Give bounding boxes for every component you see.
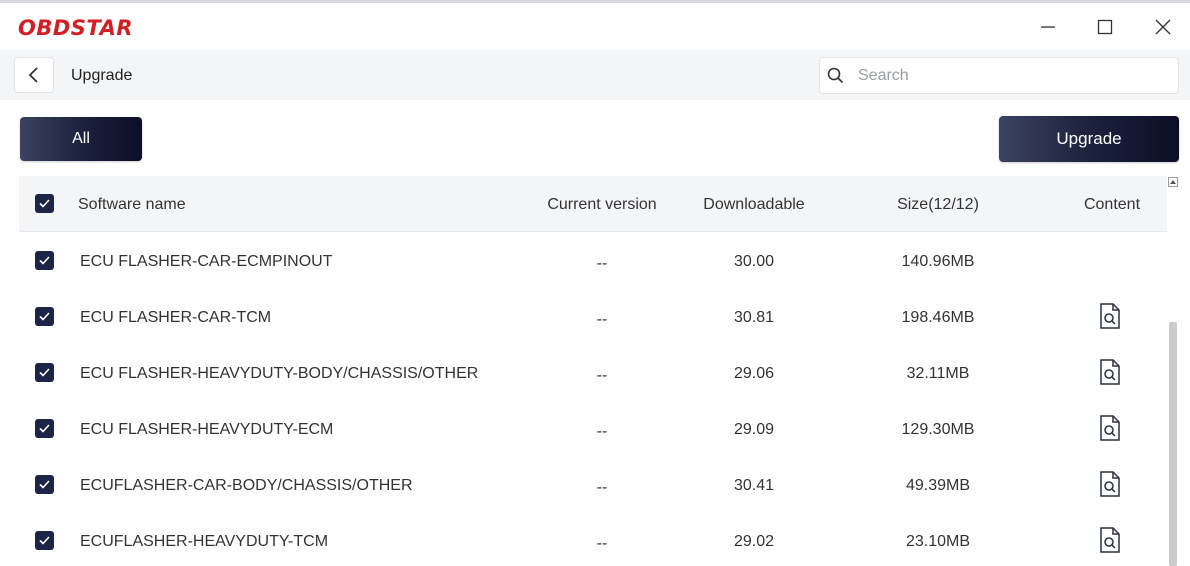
file-size: 23.10MB: [905, 533, 971, 550]
chevron-left-icon: [28, 67, 38, 83]
downloadable-version: 29.09: [733, 421, 775, 438]
current-version: --: [596, 311, 608, 328]
software-name: ECU FLASHER-HEAVYDUTY-BODY/CHASSIS/OTHER: [80, 365, 479, 382]
software-name: ECU FLASHER-CAR-TCM: [80, 309, 272, 326]
row-checkbox[interactable]: [35, 307, 54, 326]
select-all-checkbox[interactable]: [35, 194, 54, 213]
current-version: --: [596, 479, 608, 496]
software-name: ECUFLASHER-HEAVYDUTY-TCM: [80, 533, 329, 550]
search-icon: [827, 67, 844, 84]
downloadable-version: 30.41: [733, 477, 775, 494]
current-version: --: [596, 255, 608, 272]
minimize-icon: [1041, 26, 1055, 28]
software-name: ECU FLASHER-CAR-ECMPINOUT: [80, 253, 333, 270]
close-button[interactable]: [1148, 12, 1178, 42]
table-row[interactable]: ECUFLASHER-CAR-BODY/CHASSIS/OTHER -- 30.41…: [19, 457, 1167, 513]
document-search-icon[interactable]: [1099, 359, 1121, 385]
software-name: ECU FLASHER-HEAVYDUTY-ECM: [80, 421, 334, 438]
header-software-name: Software name: [78, 196, 186, 213]
title-bar-top-border: [0, 0, 1190, 3]
upgrade-button[interactable]: Upgrade: [999, 116, 1179, 162]
close-icon: [1155, 19, 1171, 35]
table-row[interactable]: ECU FLASHER-HEAVYDUTY-ECM -- 29.09 129.30MB: [19, 401, 1167, 457]
table-header: Software name Current version Downloadab…: [19, 176, 1167, 232]
back-button[interactable]: [14, 57, 54, 93]
current-version: --: [596, 367, 608, 384]
downloadable-version: 29.06: [733, 365, 775, 382]
row-checkbox[interactable]: [35, 531, 54, 550]
search-box[interactable]: [819, 57, 1179, 94]
document-search-icon[interactable]: [1099, 303, 1121, 329]
checkmark-icon: [39, 480, 50, 489]
maximize-button[interactable]: [1090, 12, 1120, 42]
row-checkbox[interactable]: [35, 419, 54, 438]
search-input[interactable]: [858, 64, 1168, 88]
main-content: All Upgrade Software name Current versio…: [0, 100, 1190, 566]
checkmark-icon: [39, 368, 50, 377]
document-search-icon[interactable]: [1099, 471, 1121, 497]
title-bar: OBDSTAR: [0, 0, 1190, 50]
header-current-version: Current version: [547, 196, 657, 213]
software-table: Software name Current version Downloadab…: [19, 176, 1167, 566]
file-size: 32.11MB: [906, 365, 970, 382]
checkmark-icon: [39, 536, 50, 545]
checkmark-icon: [39, 199, 50, 208]
row-checkbox[interactable]: [35, 251, 54, 270]
file-size: 129.30MB: [901, 421, 975, 438]
table-row[interactable]: ECUFLASHER-HEAVYDUTY-TCM -- 29.02 23.10MB: [19, 513, 1167, 566]
row-checkbox[interactable]: [35, 363, 54, 382]
file-size: 140.96MB: [901, 253, 975, 270]
checkmark-icon: [39, 256, 50, 265]
checkmark-icon: [39, 424, 50, 433]
downloadable-version: 29.02: [733, 533, 775, 550]
obdstar-logo: OBDSTAR: [18, 16, 134, 40]
navigation-bar: Upgrade: [0, 50, 1190, 100]
checkmark-icon: [39, 312, 50, 321]
minimize-button[interactable]: [1033, 12, 1063, 42]
table-row[interactable]: ECU FLASHER-CAR-ECMPINOUT -- 30.00 140.96MB: [19, 233, 1167, 289]
software-name: ECUFLASHER-CAR-BODY/CHASSIS/OTHER: [80, 477, 413, 494]
scroll-thumb[interactable]: [1169, 322, 1177, 566]
row-checkbox[interactable]: [35, 475, 54, 494]
document-search-icon[interactable]: [1099, 415, 1121, 441]
all-filter-button[interactable]: All: [20, 117, 142, 161]
vertical-scrollbar[interactable]: [1167, 176, 1179, 566]
header-content: Content: [1083, 196, 1141, 213]
downloadable-version: 30.00: [733, 253, 775, 270]
maximize-icon: [1097, 19, 1113, 35]
downloadable-version: 30.81: [733, 309, 775, 326]
header-size: Size(12/12): [897, 196, 979, 213]
current-version: --: [596, 535, 608, 552]
file-size: 49.39MB: [905, 477, 971, 494]
table-row[interactable]: ECU FLASHER-CAR-TCM -- 30.81 198.46MB: [19, 289, 1167, 345]
table-row[interactable]: ECU FLASHER-HEAVYDUTY-BODY/CHASSIS/OTHER…: [19, 345, 1167, 401]
file-size: 198.46MB: [901, 309, 975, 326]
document-search-icon[interactable]: [1099, 527, 1121, 553]
scroll-up-button[interactable]: [1168, 177, 1178, 187]
scroll-up-arrow-icon: [1170, 180, 1176, 184]
page-title: Upgrade: [71, 67, 133, 84]
header-downloadable: Downloadable: [703, 196, 805, 213]
current-version: --: [596, 423, 608, 440]
